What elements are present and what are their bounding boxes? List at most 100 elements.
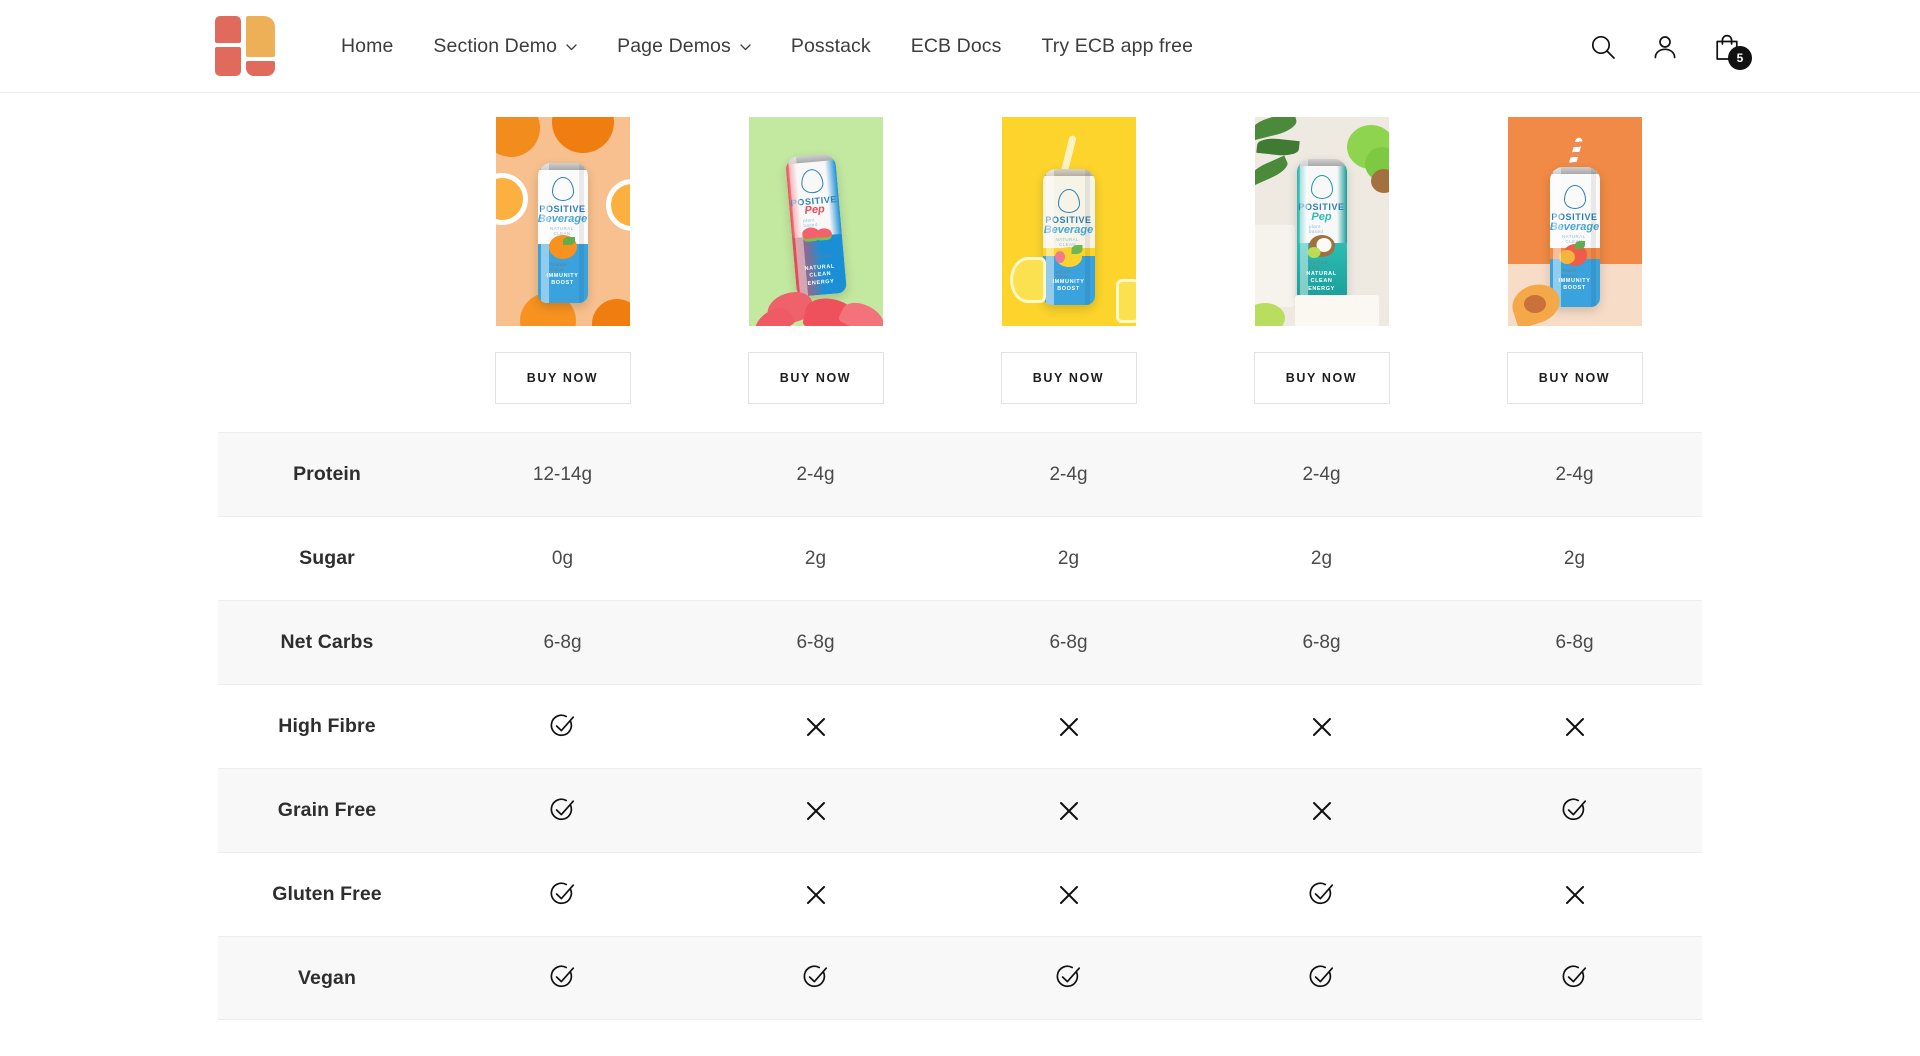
- close-icon: [1054, 880, 1084, 910]
- close-icon: [1307, 796, 1337, 826]
- table-row-label: Grain Free: [277, 799, 377, 821]
- check-icon: [1195, 880, 1448, 910]
- table-cell-value: 6-8g: [1302, 631, 1341, 653]
- nav-item-section-demo[interactable]: Section Demo: [413, 35, 597, 58]
- check-icon: [436, 712, 689, 742]
- table-row-label: Sugar: [299, 547, 355, 569]
- table-cell-value: 6-8g: [1049, 631, 1088, 653]
- product-image-5[interactable]: POSITIVE Beverage NATURAL · CLEAN Peach …: [1507, 117, 1642, 326]
- check-icon: [436, 963, 689, 993]
- close-icon: [801, 880, 831, 910]
- nav-label: ECB Docs: [910, 34, 1002, 57]
- check-circle-icon: [548, 963, 578, 993]
- table-row: Net Carbs 6-8g 6-8g 6-8g 6-8g 6-8g: [218, 600, 1702, 684]
- product-column-5: POSITIVE Beverage NATURAL · CLEAN Peach …: [1448, 117, 1701, 404]
- logo-tile-top-left: [215, 16, 241, 43]
- close-icon: [1560, 712, 1590, 742]
- table-cell-value: 6-8g: [796, 631, 835, 653]
- table-cell-value: 2g: [1057, 547, 1080, 569]
- buy-now-button-5[interactable]: BUY NOW: [1506, 352, 1643, 404]
- table-cell-value: 2-4g: [1049, 463, 1088, 485]
- cross-icon: [1448, 880, 1701, 910]
- check-icon: [1448, 963, 1701, 993]
- check-icon: [436, 880, 689, 910]
- table-cell-value: 6-8g: [543, 631, 582, 653]
- product-column-4: POSITIVE Pep plant based Coconut Lime NA…: [1195, 117, 1448, 404]
- table-row: Grain Free: [218, 768, 1702, 852]
- check-icon: [942, 963, 1195, 993]
- table-row-label: Protein: [293, 463, 361, 485]
- table-cell-value: 2g: [1310, 547, 1333, 569]
- nav-item-home[interactable]: Home: [321, 35, 413, 58]
- header-actions: 5: [1590, 0, 1752, 93]
- logo-tile-bottom-left: [215, 47, 241, 76]
- check-circle-icon: [548, 712, 578, 742]
- table-cell-value: 2-4g: [796, 463, 835, 485]
- buy-now-button-2[interactable]: BUY NOW: [747, 352, 884, 404]
- table-cell-value: 0g: [551, 547, 574, 569]
- chevron-down-icon: [566, 43, 577, 51]
- buy-now-button-1[interactable]: BUY NOW: [494, 352, 631, 404]
- logo-tile-right: [246, 16, 275, 57]
- product-comparison: POSITIVE Beverage NATURAL · CLEAN Orange…: [218, 93, 1702, 1020]
- cross-icon: [689, 796, 942, 826]
- check-circle-icon: [1054, 963, 1084, 993]
- product-header-row: POSITIVE Beverage NATURAL · CLEAN Orange…: [218, 117, 1702, 404]
- check-circle-icon: [548, 880, 578, 910]
- check-circle-icon: [1560, 963, 1590, 993]
- buy-now-button-4[interactable]: BUY NOW: [1253, 352, 1390, 404]
- close-icon: [1560, 880, 1590, 910]
- table-row-label: Net Carbs: [280, 631, 374, 653]
- nav-item-posstack[interactable]: Posstack: [771, 35, 891, 58]
- nav-label: Try ECB app free: [1041, 34, 1194, 57]
- cart-count-badge: 5: [1728, 45, 1752, 70]
- check-icon: [1448, 796, 1701, 826]
- table-cell-value: 2g: [804, 547, 827, 569]
- check-circle-icon: [548, 796, 578, 826]
- check-icon: [1195, 963, 1448, 993]
- nav-label: Section Demo: [433, 34, 558, 57]
- table-row: Vegan: [218, 936, 1702, 1020]
- table-cell-value: 2-4g: [1555, 463, 1594, 485]
- table-row-label: Vegan: [298, 966, 356, 989]
- check-circle-icon: [1560, 796, 1590, 826]
- nav-item-ecb-docs[interactable]: ECB Docs: [891, 35, 1022, 58]
- check-circle-icon: [801, 963, 831, 993]
- cross-icon: [1195, 796, 1448, 826]
- table-row: Sugar 0g 2g 2g 2g 2g: [218, 516, 1702, 600]
- table-row-label: High Fibre: [278, 715, 376, 737]
- nav-item-page-demos[interactable]: Page Demos: [597, 35, 771, 58]
- buy-now-button-3[interactable]: BUY NOW: [1000, 352, 1137, 404]
- search-icon[interactable]: [1590, 34, 1616, 60]
- cross-icon: [689, 712, 942, 742]
- product-image-1[interactable]: POSITIVE Beverage NATURAL · CLEAN Orange…: [495, 117, 630, 326]
- close-icon: [1054, 796, 1084, 826]
- nav-label: Home: [341, 34, 394, 57]
- cross-icon: [942, 880, 1195, 910]
- cross-icon: [942, 796, 1195, 826]
- main-navigation: Home Section Demo Page Demos Posstack EC…: [321, 0, 1213, 92]
- table-cell-value: 6-8g: [1555, 631, 1594, 653]
- product-column-1: POSITIVE Beverage NATURAL · CLEAN Orange…: [436, 117, 689, 404]
- table-cell-value: 12-14g: [532, 463, 593, 485]
- cart-button[interactable]: 5: [1714, 33, 1752, 70]
- close-icon: [801, 712, 831, 742]
- product-image-2[interactable]: POSITIVE Pep plant based Watermelon Rush…: [748, 117, 883, 326]
- check-icon: [689, 963, 942, 993]
- product-column-2: POSITIVE Pep plant based Watermelon Rush…: [689, 117, 942, 404]
- check-icon: [436, 796, 689, 826]
- comparison-table: Protein 12-14g 2-4g 2-4g 2-4g 2-4g Sugar 0g 2g 2g…: [218, 432, 1702, 1020]
- check-circle-icon: [1307, 963, 1337, 993]
- product-image-3[interactable]: POSITIVE Beverage NATURAL · CLEAN Lemon …: [1001, 117, 1136, 326]
- close-icon: [1307, 712, 1337, 742]
- table-row-label: Gluten Free: [272, 883, 382, 905]
- check-circle-icon: [1307, 880, 1337, 910]
- table-cell-value: 2g: [1563, 547, 1586, 569]
- site-logo[interactable]: [215, 16, 275, 76]
- product-image-4[interactable]: POSITIVE Pep plant based Coconut Lime NA…: [1254, 117, 1389, 326]
- cross-icon: [942, 712, 1195, 742]
- table-row: High Fibre: [218, 684, 1702, 768]
- nav-item-try-ecb-app-free[interactable]: Try ECB app free: [1022, 35, 1214, 58]
- table-row: Gluten Free: [218, 852, 1702, 936]
- user-account-icon[interactable]: [1652, 34, 1678, 60]
